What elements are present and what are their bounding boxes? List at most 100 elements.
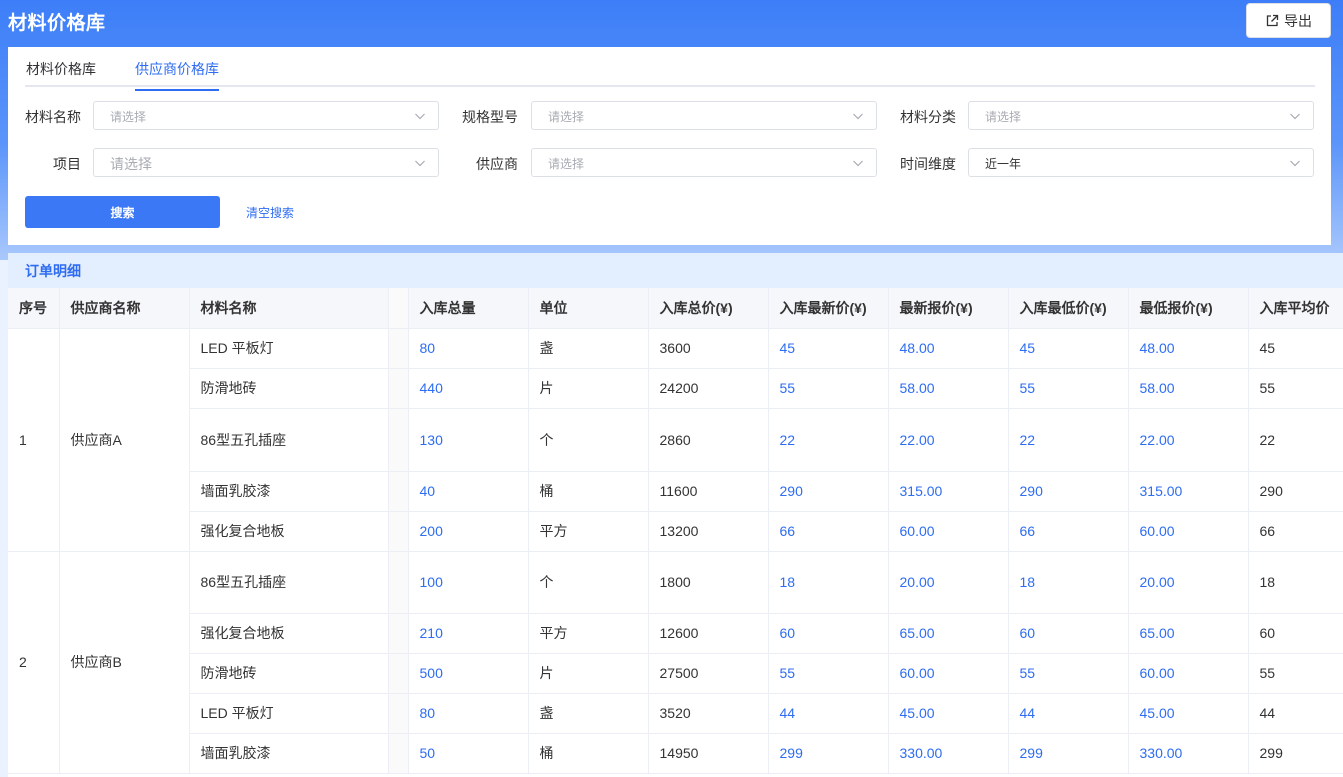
col-min-quote: 最低报价(¥) [1128, 288, 1249, 329]
row-unit: 盏 [528, 693, 649, 734]
time-dimension-select[interactable]: 近一年 [968, 148, 1314, 177]
table-header-row: 序号 供应商名称 材料名称 入库总量 单位 入库总价(¥) 入库最新价(¥) 最… [8, 288, 1343, 329]
row-min-quote[interactable]: 48.00 [1128, 328, 1249, 369]
row-min-in[interactable]: 18 [1008, 551, 1129, 614]
row-avg-in: 55 [1248, 368, 1343, 409]
row-latest-quote[interactable]: 20.00 [888, 551, 1009, 614]
tab-material-price[interactable]: 材料价格库 [26, 59, 96, 89]
export-button[interactable]: 导出 [1246, 3, 1331, 38]
row-min-quote[interactable]: 60.00 [1128, 511, 1249, 552]
row-min-in[interactable]: 55 [1008, 653, 1129, 694]
search-button[interactable]: 搜索 [25, 196, 220, 228]
table-row[interactable]: 防滑地砖 440 片 24200 55 58.00 55 58.00 55 [8, 368, 1343, 409]
row-latest-in[interactable]: 60 [768, 613, 889, 654]
row-latest-quote[interactable]: 60.00 [888, 511, 1009, 552]
row-qty[interactable]: 200 [408, 511, 529, 552]
row-latest-in[interactable]: 55 [768, 653, 889, 694]
row-unit: 片 [528, 653, 649, 694]
table-row[interactable]: 墙面乳胶漆 40 桶 11600 290 315.00 290 315.00 2… [8, 471, 1343, 512]
row-latest-quote[interactable]: 60.00 [888, 653, 1009, 694]
row-min-in[interactable]: 60 [1008, 613, 1129, 654]
export-label: 导出 [1284, 13, 1312, 30]
row-qty[interactable]: 500 [408, 653, 529, 694]
row-min-in[interactable]: 55 [1008, 368, 1129, 409]
chevron-down-icon [853, 113, 863, 120]
project-select[interactable]: 请选择 [93, 148, 439, 177]
table-row[interactable]: 1 供应商A LED 平板灯 80 盏 3600 45 48.00 45 48.… [8, 328, 1343, 552]
row-min-quote[interactable]: 65.00 [1128, 613, 1249, 654]
row-min-in[interactable]: 44 [1008, 693, 1129, 734]
row-latest-in[interactable]: 18 [768, 551, 889, 614]
row-latest-quote[interactable]: 65.00 [888, 613, 1009, 654]
row-min-in[interactable]: 22 [1008, 408, 1129, 472]
row-supplier: 供应商A [59, 328, 190, 552]
table-row[interactable]: 强化复合地板 210 平方 12600 60 65.00 60 65.00 60 [8, 613, 1343, 654]
row-qty[interactable]: 40 [408, 471, 529, 512]
row-total: 11600 [648, 471, 769, 512]
row-latest-quote[interactable]: 22.00 [888, 408, 1009, 472]
row-min-in[interactable]: 290 [1008, 471, 1129, 512]
row-total: 3520 [648, 693, 769, 734]
row-total: 2860 [648, 408, 769, 472]
filter-panel: 材料价格库 供应商价格库 材料名称 请选择 规格型号 请选择 材料分类 请选择 … [8, 47, 1331, 245]
category-label: 材料分类 [900, 110, 956, 126]
row-avg-in: 290 [1248, 471, 1343, 512]
material-name-select[interactable]: 请选择 [93, 101, 439, 130]
supplier-placeholder: 请选择 [548, 157, 585, 171]
row-material: LED 平板灯 [189, 328, 389, 369]
table-row[interactable]: 86型五孔插座 130 个 2860 22 22.00 22 22.00 22 [8, 408, 1343, 472]
table-row[interactable]: LED 平板灯 80 盏 3520 44 45.00 44 45.00 44 [8, 693, 1343, 734]
row-latest-in[interactable]: 290 [768, 471, 889, 512]
supplier-select[interactable]: 请选择 [531, 148, 877, 177]
table-row[interactable]: 防滑地砖 500 片 27500 55 60.00 55 60.00 55 [8, 653, 1343, 694]
row-latest-in[interactable]: 299 [768, 733, 889, 774]
category-placeholder: 请选择 [985, 110, 1022, 124]
table-row[interactable]: 强化复合地板 200 平方 13200 66 60.00 66 60.00 66 [8, 511, 1343, 552]
tab-supplier-price[interactable]: 供应商价格库 [135, 59, 219, 91]
row-gap [388, 471, 409, 512]
row-latest-quote[interactable]: 45.00 [888, 693, 1009, 734]
orders-title: 订单明细 [8, 253, 1343, 288]
row-min-quote[interactable]: 60.00 [1128, 653, 1249, 694]
row-latest-quote[interactable]: 315.00 [888, 471, 1009, 512]
row-min-quote[interactable]: 330.00 [1128, 733, 1249, 774]
row-avg-in: 60 [1248, 613, 1343, 654]
row-qty[interactable]: 100 [408, 551, 529, 614]
row-latest-quote[interactable]: 330.00 [888, 733, 1009, 774]
row-gap [388, 368, 409, 409]
row-avg-in: 44 [1248, 693, 1343, 734]
row-qty[interactable]: 130 [408, 408, 529, 472]
row-min-quote[interactable]: 22.00 [1128, 408, 1249, 472]
row-qty[interactable]: 50 [408, 733, 529, 774]
row-min-quote[interactable]: 315.00 [1128, 471, 1249, 512]
row-min-quote[interactable]: 20.00 [1128, 551, 1249, 614]
row-gap [388, 511, 409, 552]
category-select[interactable]: 请选择 [968, 101, 1314, 130]
row-latest-in[interactable]: 55 [768, 368, 889, 409]
row-min-in[interactable]: 66 [1008, 511, 1129, 552]
table-row[interactable]: 2 供应商B 86型五孔插座 100 个 1800 18 20.00 18 20… [8, 551, 1343, 774]
row-latest-in[interactable]: 22 [768, 408, 889, 472]
row-min-in[interactable]: 45 [1008, 328, 1129, 369]
row-qty[interactable]: 210 [408, 613, 529, 654]
row-latest-quote[interactable]: 58.00 [888, 368, 1009, 409]
row-latest-in[interactable]: 66 [768, 511, 889, 552]
col-min-in: 入库最低价(¥) [1008, 288, 1129, 329]
row-latest-in[interactable]: 44 [768, 693, 889, 734]
row-min-quote[interactable]: 58.00 [1128, 368, 1249, 409]
row-qty[interactable]: 440 [408, 368, 529, 409]
row-avg-in: 45 [1248, 328, 1343, 369]
row-unit: 个 [528, 408, 649, 472]
row-latest-quote[interactable]: 48.00 [888, 328, 1009, 369]
row-qty[interactable]: 80 [408, 328, 529, 369]
row-qty[interactable]: 80 [408, 693, 529, 734]
clear-search-link[interactable]: 清空搜索 [246, 204, 294, 221]
spec-model-select[interactable]: 请选择 [531, 101, 877, 130]
row-unit: 盏 [528, 328, 649, 369]
row-min-quote[interactable]: 45.00 [1128, 693, 1249, 734]
col-material: 材料名称 [189, 288, 389, 329]
table-row[interactable]: 墙面乳胶漆 50 桶 14950 299 330.00 299 330.00 2… [8, 733, 1343, 774]
row-min-in[interactable]: 299 [1008, 733, 1129, 774]
row-material: 防滑地砖 [189, 368, 389, 409]
row-latest-in[interactable]: 45 [768, 328, 889, 369]
